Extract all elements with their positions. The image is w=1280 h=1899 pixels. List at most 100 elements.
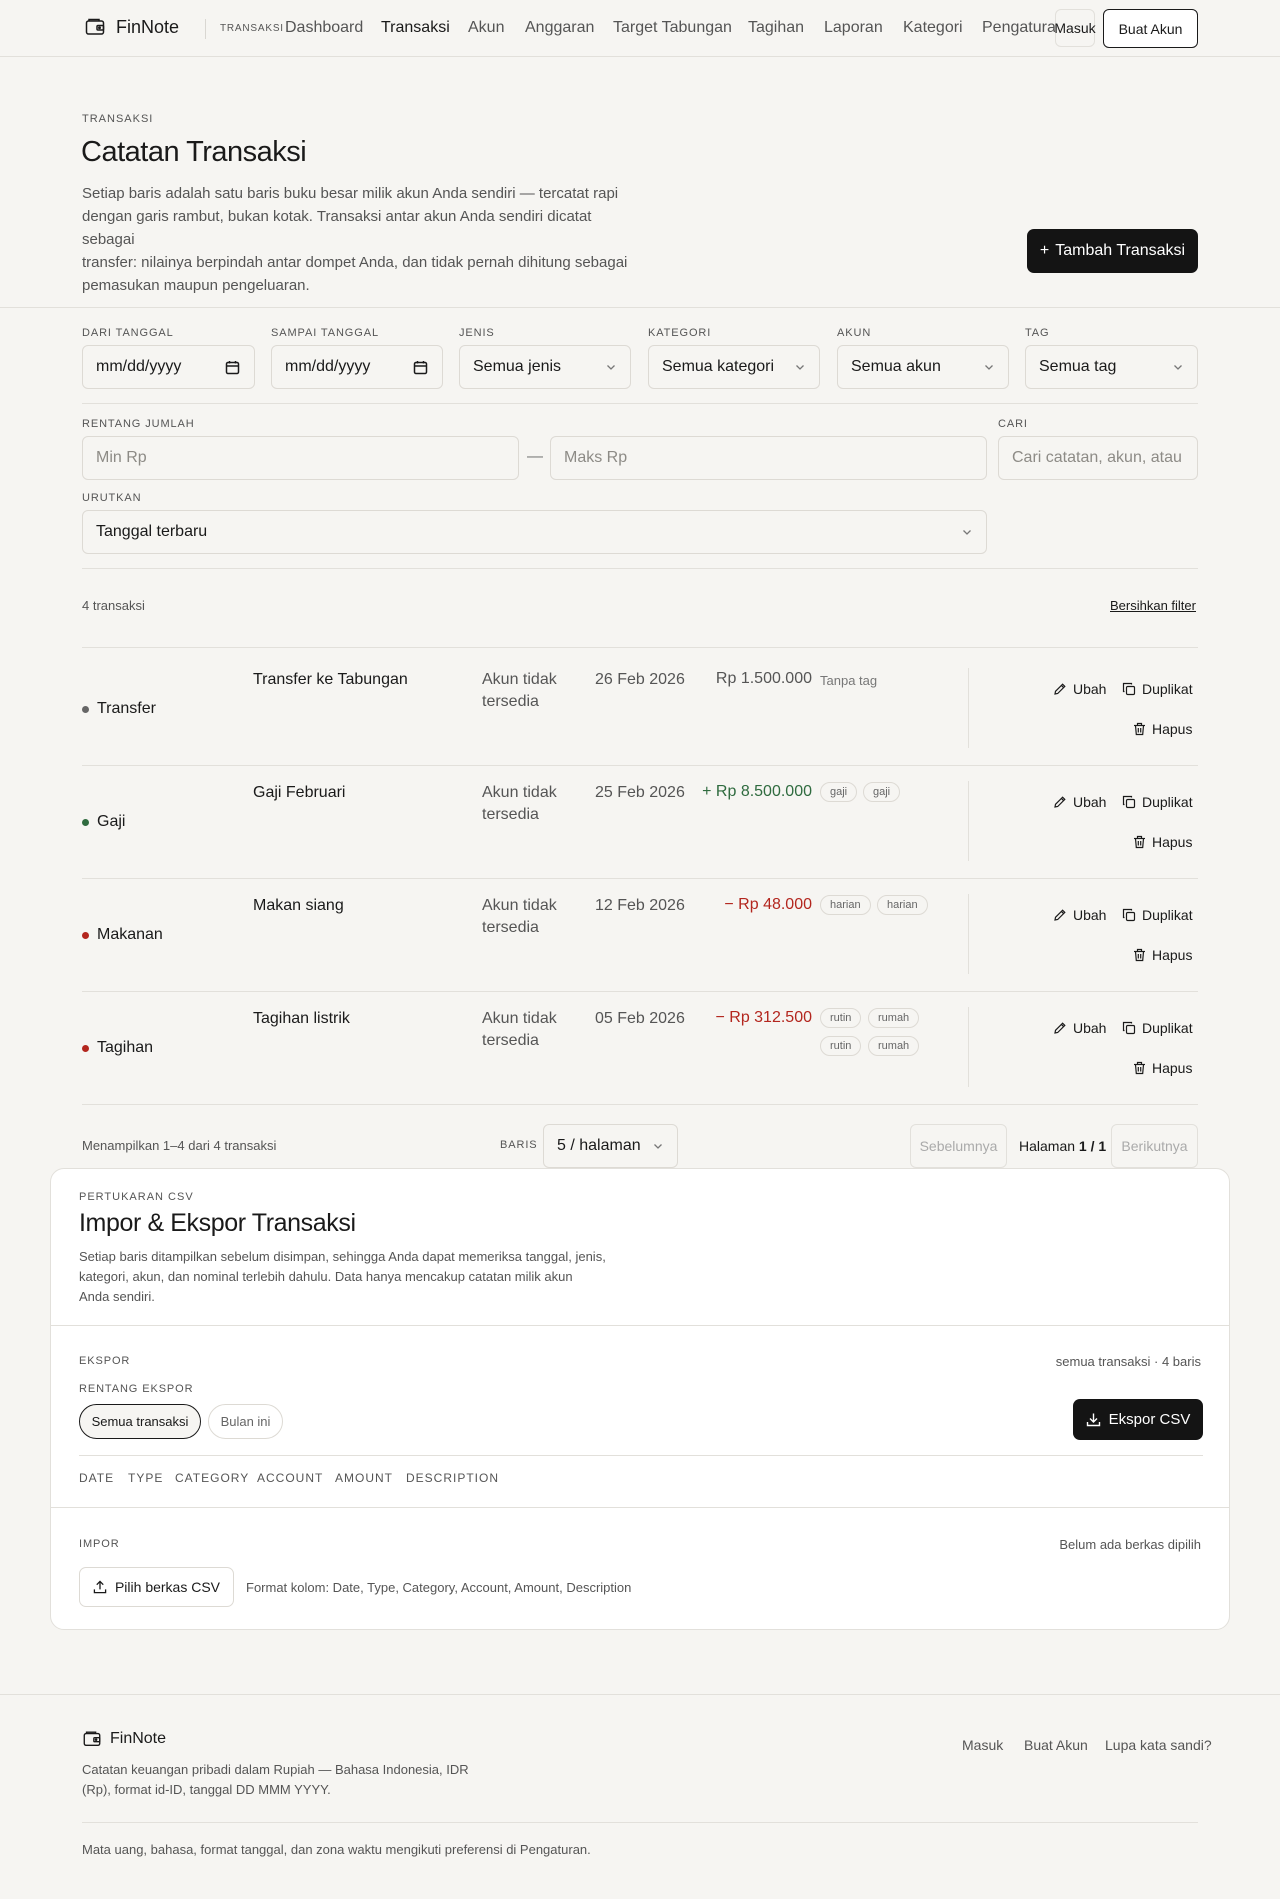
from-date-input[interactable]: mm/dd/yyyy (82, 345, 255, 389)
duplicate-button[interactable]: Duplikat (1122, 1020, 1193, 1036)
delete-button[interactable]: Hapus (1133, 947, 1192, 963)
max-amount-input[interactable]: Maks Rp (550, 436, 987, 480)
pencil-icon (1053, 795, 1067, 809)
calendar-icon[interactable] (225, 360, 240, 375)
range-separator: — (527, 448, 543, 465)
brand-logo[interactable]: FinNote (84, 16, 179, 38)
row-description: Tagihan listrik (253, 1010, 350, 1027)
row-tag: rumah (868, 1008, 920, 1028)
row-action-divider (968, 1007, 969, 1087)
nav-pengaturan[interactable]: Pengaturan (982, 19, 1065, 37)
edit-button[interactable]: Ubah (1053, 681, 1106, 697)
import-divider (51, 1507, 1229, 1508)
delete-button[interactable]: Hapus (1133, 721, 1192, 737)
type-filter-select[interactable]: Semua jenis (459, 345, 631, 389)
trash-icon (1133, 722, 1146, 736)
row-action-divider (968, 668, 969, 748)
upload-icon (93, 1580, 107, 1594)
tag-filter-label: TAG (1025, 327, 1050, 339)
login-button[interactable]: Masuk (1054, 9, 1096, 47)
row-description: Transfer ke Tabungan (253, 671, 408, 688)
range-month-button[interactable]: Bulan ini (208, 1404, 283, 1439)
pick-csv-button[interactable]: Pilih berkas CSV (79, 1567, 234, 1607)
nav-transaksi[interactable]: Transaksi (381, 19, 450, 37)
calendar-icon[interactable] (413, 360, 428, 375)
edit-button[interactable]: Ubah (1053, 794, 1106, 810)
tag-filter-select[interactable]: Semua tag (1025, 345, 1198, 389)
next-page-button[interactable]: Berikutnya (1111, 1124, 1198, 1168)
row-amount: − Rp 48.000 (724, 896, 812, 913)
category-dot (82, 706, 89, 713)
header-divider (205, 19, 206, 39)
nav-akun[interactable]: Akun (468, 19, 504, 37)
csv-exchange-card: PERTUKARAN CSV Impor & Ekspor Transaksi … (50, 1168, 1230, 1630)
csv-column-header: DESCRIPTION (406, 1471, 500, 1485)
nav-kategori[interactable]: Kategori (903, 19, 963, 37)
row-account: Akun tidak tersedia (482, 897, 557, 936)
row-tag: rumah (868, 1036, 920, 1056)
nav-anggaran[interactable]: Anggaran (525, 19, 594, 37)
footer-divider (82, 1822, 1198, 1823)
account-filter-label: AKUN (837, 327, 872, 339)
search-label: CARI (998, 418, 1028, 430)
footer-top-divider (0, 1694, 1280, 1695)
csv-column-header: AMOUNT (335, 1471, 393, 1485)
row-divider (82, 991, 1198, 992)
chevron-down-icon (984, 363, 994, 371)
export-csv-button[interactable]: Ekspor CSV (1073, 1399, 1203, 1440)
add-transaction-button[interactable]: + Tambah Transaksi (1027, 229, 1198, 273)
nav-laporan[interactable]: Laporan (824, 19, 883, 37)
row-description: Makan siang (253, 897, 344, 914)
delete-button[interactable]: Hapus (1133, 834, 1192, 850)
row-divider (82, 1104, 1198, 1105)
filter-divider (82, 403, 1198, 404)
list-top-divider (82, 647, 1198, 648)
delete-button[interactable]: Hapus (1133, 1060, 1192, 1076)
edit-button[interactable]: Ubah (1053, 1020, 1106, 1036)
duplicate-button[interactable]: Duplikat (1122, 794, 1193, 810)
category-dot (82, 1045, 89, 1052)
search-input[interactable]: Cari catatan, akun, atau (998, 436, 1198, 480)
download-icon (1086, 1412, 1101, 1427)
row-account: Akun tidak tersedia (482, 784, 557, 823)
pencil-icon (1053, 908, 1067, 922)
footer-login-link[interactable]: Masuk (962, 1737, 1003, 1753)
nav-dashboard[interactable]: Dashboard (285, 19, 363, 37)
row-tag: rutin (820, 1036, 862, 1056)
footer-signup-link[interactable]: Buat Akun (1024, 1737, 1088, 1753)
copy-icon (1122, 682, 1136, 696)
row-tag: gaji (863, 782, 901, 802)
csv-format-note: Format kolom: Date, Type, Category, Acco… (246, 1580, 632, 1595)
to-date-input[interactable]: mm/dd/yyyy (271, 345, 443, 389)
signup-button[interactable]: Buat Akun (1103, 9, 1198, 48)
edit-button[interactable]: Ubah (1053, 907, 1106, 923)
trash-icon (1133, 1061, 1146, 1075)
duplicate-button[interactable]: Duplikat (1122, 681, 1193, 697)
category-filter-select[interactable]: Semua kategori (648, 345, 820, 389)
csv-header-divider (51, 1325, 1229, 1326)
footer-forgot-password-link[interactable]: Lupa kata sandi? (1105, 1737, 1212, 1753)
sort-select[interactable]: Tanggal terbaru (82, 510, 987, 554)
chevron-down-icon (606, 363, 616, 371)
account-filter-select[interactable]: Semua akun (837, 345, 1009, 389)
duplicate-button[interactable]: Duplikat (1122, 907, 1193, 923)
range-all-button[interactable]: Semua transaksi (79, 1404, 201, 1439)
nav-target-tabungan[interactable]: Target Tabungan (613, 19, 732, 37)
min-amount-input[interactable]: Min Rp (82, 436, 519, 480)
clear-filters-link[interactable]: Bersihkan filter (1110, 598, 1196, 613)
footer-brand[interactable]: FinNote (82, 1729, 166, 1749)
nav-tagihan[interactable]: Tagihan (748, 19, 804, 37)
page-title: Catatan Transaksi (81, 136, 307, 168)
row-action-divider (968, 894, 969, 974)
hero-divider (0, 307, 1280, 308)
wallet-icon (84, 16, 106, 38)
type-filter-label: JENIS (459, 327, 495, 339)
pagination-summary: Menampilkan 1–4 dari 4 transaksi (82, 1138, 277, 1153)
brand-name: FinNote (116, 16, 180, 37)
rows-per-page-select[interactable]: 5 / halaman (543, 1124, 678, 1168)
csv-column-header: ACCOUNT (257, 1471, 324, 1485)
previous-page-button[interactable]: Sebelumnya (910, 1124, 1007, 1168)
chevron-down-icon (795, 363, 805, 371)
category-dot (82, 819, 89, 826)
rows-per-page-label: BARIS (500, 1139, 538, 1151)
